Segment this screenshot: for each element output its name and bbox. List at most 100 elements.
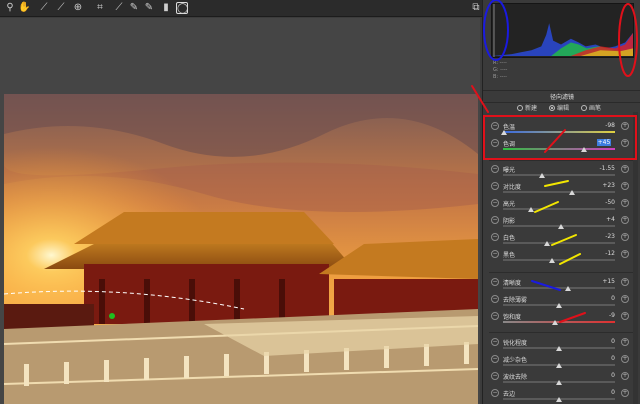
- slider-track[interactable]: [503, 131, 615, 133]
- slider-thumb[interactable]: [543, 241, 550, 246]
- plus-icon[interactable]: +: [621, 338, 629, 346]
- slider-thumb[interactable]: [569, 190, 576, 195]
- eyedropper-icon[interactable]: ⟋: [38, 2, 50, 14]
- slider-thumb[interactable]: [539, 173, 546, 178]
- slider-label: 去除薄雾: [503, 297, 528, 304]
- plus-icon[interactable]: +: [621, 139, 629, 147]
- crop-icon[interactable]: ⌗: [94, 2, 106, 14]
- slider-value[interactable]: +4: [583, 216, 615, 223]
- plus-icon[interactable]: +: [621, 250, 629, 258]
- image-canvas[interactable]: [0, 18, 480, 404]
- minus-icon[interactable]: −: [491, 182, 499, 190]
- slider-value[interactable]: -98: [583, 122, 615, 129]
- plus-icon[interactable]: +: [621, 372, 629, 380]
- slider-thumb[interactable]: [564, 286, 571, 291]
- minus-icon[interactable]: −: [491, 250, 499, 258]
- slider-thumb[interactable]: [580, 147, 587, 152]
- slider-track[interactable]: [503, 148, 615, 150]
- slider-thumb[interactable]: [549, 258, 556, 263]
- radio-new[interactable]: [517, 104, 523, 111]
- slider-thumb[interactable]: [501, 130, 508, 135]
- slider-label: 阴影: [503, 218, 516, 225]
- radial-filter-pin[interactable]: [109, 313, 115, 319]
- straighten-icon[interactable]: ⟋: [113, 2, 125, 14]
- slider-track[interactable]: [503, 259, 615, 261]
- spot-removal-icon[interactable]: ✎: [128, 2, 140, 14]
- plus-icon[interactable]: +: [621, 355, 629, 363]
- slider-value[interactable]: +45: [597, 139, 611, 146]
- slider-thumb[interactable]: [551, 320, 558, 325]
- slider-thumb[interactable]: [528, 207, 534, 212]
- slider-thumb[interactable]: [556, 363, 562, 368]
- photo-forbidden-city[interactable]: [4, 94, 478, 404]
- minus-icon[interactable]: −: [491, 216, 499, 224]
- slider-value[interactable]: -1.55: [583, 165, 615, 172]
- slider-value[interactable]: 0: [583, 295, 615, 302]
- plus-icon[interactable]: +: [621, 199, 629, 207]
- fullscreen-icon[interactable]: ⧉: [470, 2, 482, 14]
- hand-icon[interactable]: ✋: [18, 2, 30, 14]
- section-divider: [489, 332, 635, 333]
- mode-edit[interactable]: 编辑: [549, 103, 569, 112]
- plus-icon[interactable]: +: [621, 389, 629, 397]
- slider-value[interactable]: +23: [583, 182, 615, 189]
- radio-brush[interactable]: [581, 104, 587, 111]
- plus-icon[interactable]: +: [621, 233, 629, 241]
- slider-track[interactable]: [503, 242, 615, 244]
- plus-icon[interactable]: +: [621, 165, 629, 173]
- slider-value[interactable]: -50: [583, 199, 615, 206]
- slider-value[interactable]: -12: [583, 250, 615, 257]
- minus-icon[interactable]: −: [491, 295, 499, 303]
- plus-icon[interactable]: +: [621, 312, 629, 320]
- plus-icon[interactable]: +: [621, 122, 629, 130]
- slider-thumb[interactable]: [556, 380, 562, 385]
- slider-value[interactable]: 0: [583, 338, 615, 345]
- slider-value[interactable]: 0: [583, 389, 615, 396]
- slider-row: − 阴影 +4 +: [483, 215, 640, 231]
- minus-icon[interactable]: −: [491, 312, 499, 320]
- slider-value[interactable]: -23: [583, 233, 615, 240]
- slider-value[interactable]: +15: [583, 278, 615, 285]
- radial-filter-icon[interactable]: ◯: [176, 2, 188, 14]
- slider-track[interactable]: [503, 208, 615, 210]
- minus-icon[interactable]: −: [491, 355, 499, 363]
- zoom-icon[interactable]: ⚲: [4, 2, 16, 14]
- minus-icon[interactable]: −: [491, 199, 499, 207]
- slider-thumb[interactable]: [558, 224, 565, 229]
- slider-track[interactable]: [503, 174, 615, 176]
- slider-value[interactable]: -9: [583, 312, 615, 319]
- minus-icon[interactable]: −: [491, 338, 499, 346]
- minus-icon[interactable]: −: [491, 139, 499, 147]
- mode-new[interactable]: 新建: [517, 103, 537, 112]
- slider-track[interactable]: [503, 191, 615, 193]
- slider-row: − 减少杂色 0 +: [483, 354, 640, 370]
- slider-track[interactable]: [503, 321, 615, 323]
- minus-icon[interactable]: −: [491, 122, 499, 130]
- mode-row: 新建 编辑 画笔: [483, 102, 640, 112]
- brush-icon[interactable]: ✎: [143, 2, 155, 14]
- plus-icon[interactable]: +: [621, 182, 629, 190]
- slider-label: 去边: [503, 391, 516, 398]
- slider-thumb[interactable]: [556, 346, 562, 351]
- color-sampler-icon[interactable]: ⟋: [55, 2, 67, 14]
- panel-scrollbar[interactable]: [633, 112, 638, 404]
- slider-value[interactable]: 0: [583, 372, 615, 379]
- minus-icon[interactable]: −: [491, 233, 499, 241]
- mode-brush[interactable]: 画笔: [581, 103, 601, 112]
- plus-icon[interactable]: +: [621, 278, 629, 286]
- minus-icon[interactable]: −: [491, 165, 499, 173]
- target-adjust-icon[interactable]: ⊕: [72, 2, 84, 14]
- plus-icon[interactable]: +: [621, 216, 629, 224]
- minus-icon[interactable]: −: [491, 278, 499, 286]
- slider-thumb[interactable]: [556, 397, 562, 402]
- minus-icon[interactable]: −: [491, 389, 499, 397]
- graduated-filter-icon[interactable]: ▮: [160, 2, 172, 14]
- slider-track[interactable]: [503, 287, 615, 289]
- slider-label: 清晰度: [503, 280, 522, 287]
- slider-value[interactable]: 0: [583, 355, 615, 362]
- slider-label: 曝光: [503, 167, 516, 174]
- plus-icon[interactable]: +: [621, 295, 629, 303]
- radio-edit[interactable]: [549, 104, 555, 111]
- slider-thumb[interactable]: [556, 303, 562, 308]
- minus-icon[interactable]: −: [491, 372, 499, 380]
